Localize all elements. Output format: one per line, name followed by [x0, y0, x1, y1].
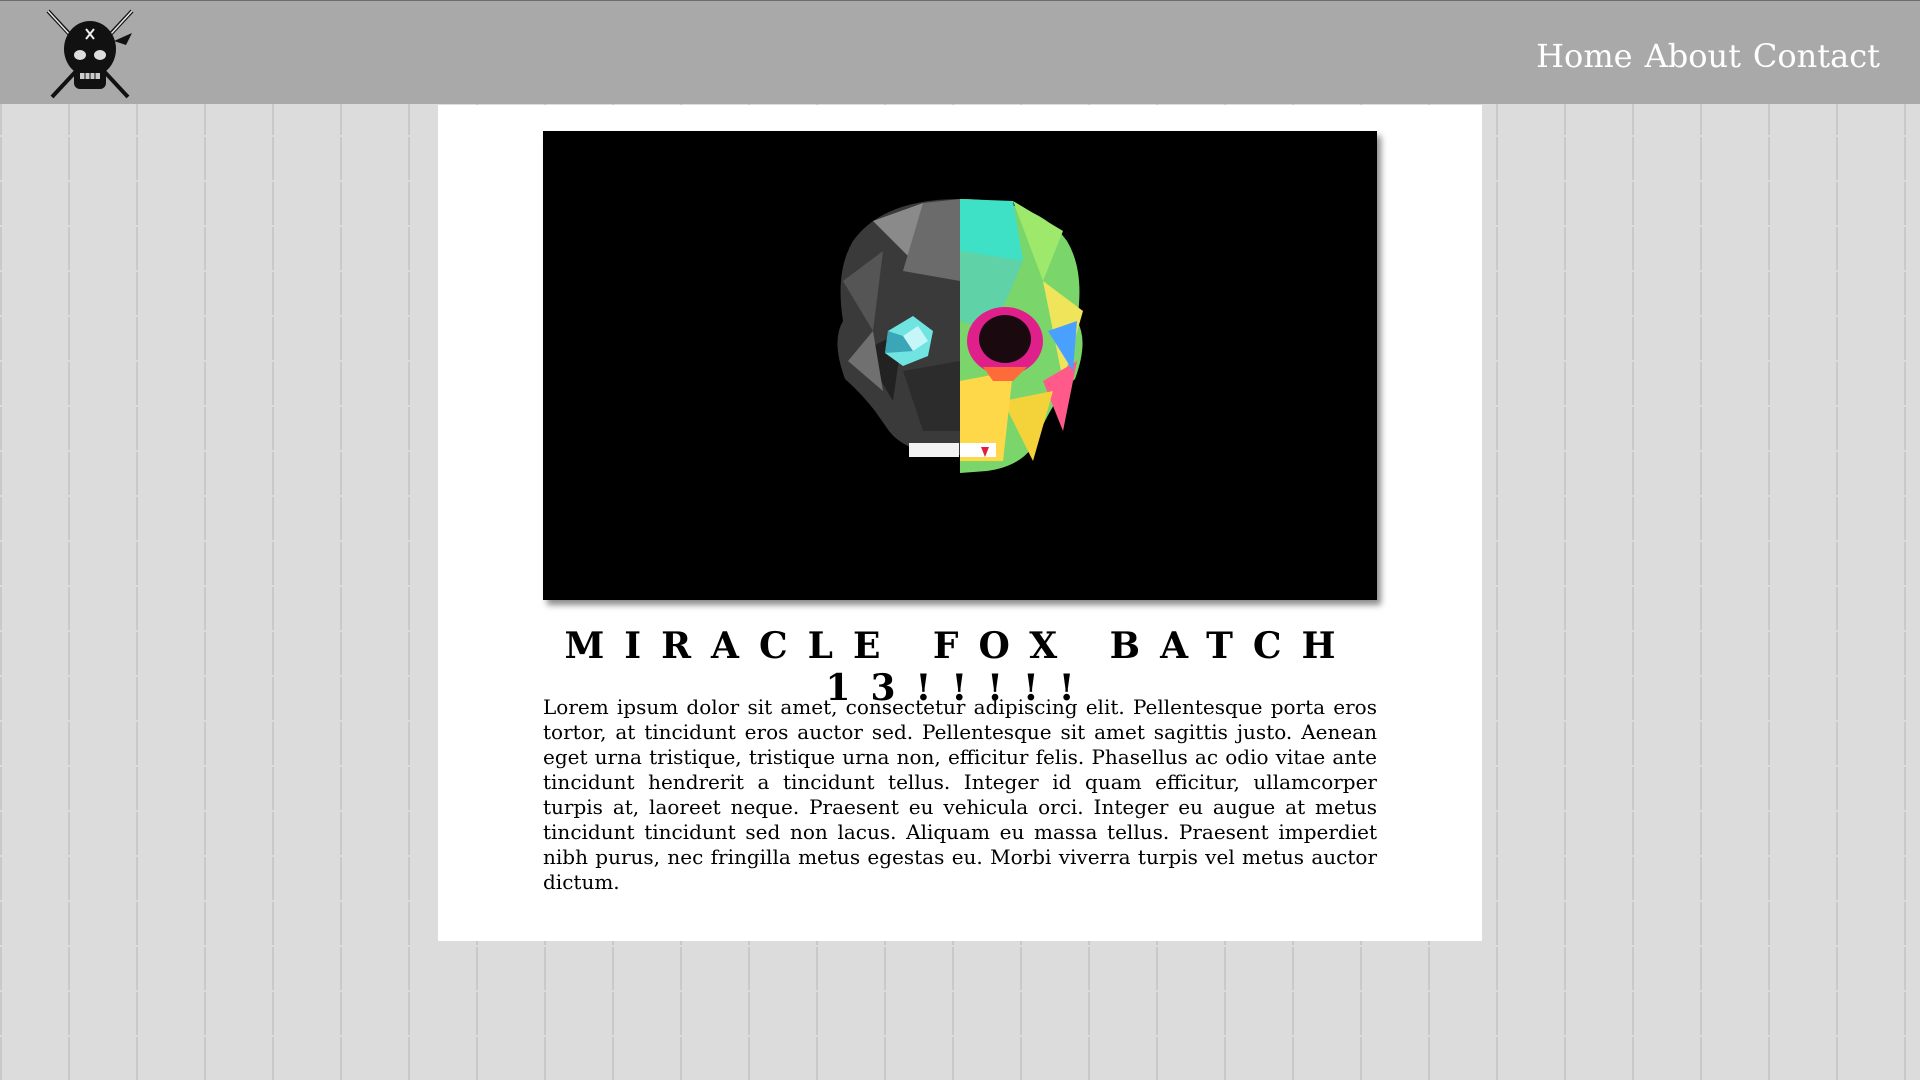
body-text: Lorem ipsum dolor sit amet, consectetur …	[543, 695, 1377, 894]
hero-image	[543, 131, 1377, 600]
nav-link-home[interactable]: Home	[1536, 37, 1632, 75]
nav-link-about[interactable]: About	[1645, 37, 1741, 75]
content-card: MIRACLE FOX BATCH 13!!!!! Lorem ipsum do…	[438, 105, 1482, 941]
nav-menu: Home About Contact	[1536, 37, 1880, 75]
nav-link-contact[interactable]: Contact	[1753, 37, 1880, 75]
top-navbar: Home About Contact	[0, 0, 1920, 104]
low-poly-skull-icon	[837, 199, 1083, 473]
ninja-skull-logo-icon[interactable]	[40, 5, 140, 101]
